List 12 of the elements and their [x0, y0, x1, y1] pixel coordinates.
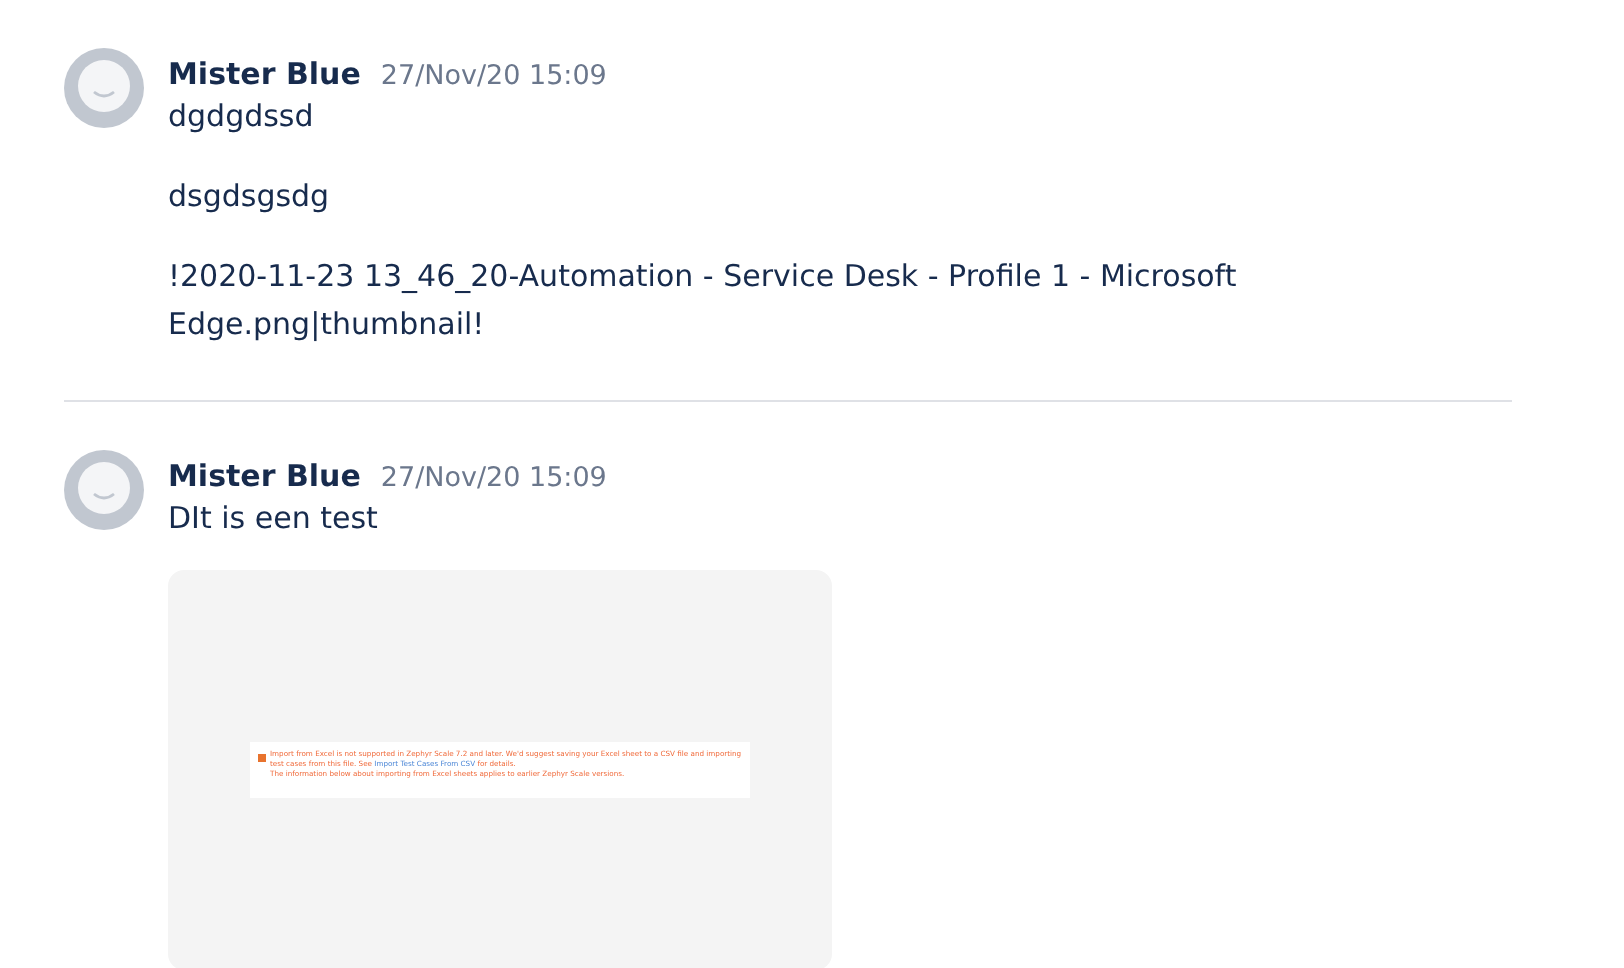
- warning-icon: [258, 754, 266, 762]
- author-name[interactable]: Mister Blue: [168, 458, 361, 494]
- comment-time[interactable]: 27/Nov/20 15:09: [380, 462, 607, 494]
- avatar-icon: [64, 450, 144, 530]
- comment-text: DIt is een test: [168, 498, 380, 540]
- author-name[interactable]: Mister Blue: [168, 56, 361, 92]
- attachment-thumbnail[interactable]: [168, 570, 832, 968]
- comment-text: dgdgdssd: [168, 96, 316, 138]
- avatar-icon: [64, 48, 144, 128]
- comment-text: !2020-11-23 13_46_20-Automation - Service Desk - Profile 1 - Microsoft Edge.png|thumbnail!: [168, 256, 1239, 346]
- comment-time[interactable]: 27/Nov/20 15:09: [380, 60, 607, 92]
- comment-text: dsgdsgsdg: [168, 176, 332, 218]
